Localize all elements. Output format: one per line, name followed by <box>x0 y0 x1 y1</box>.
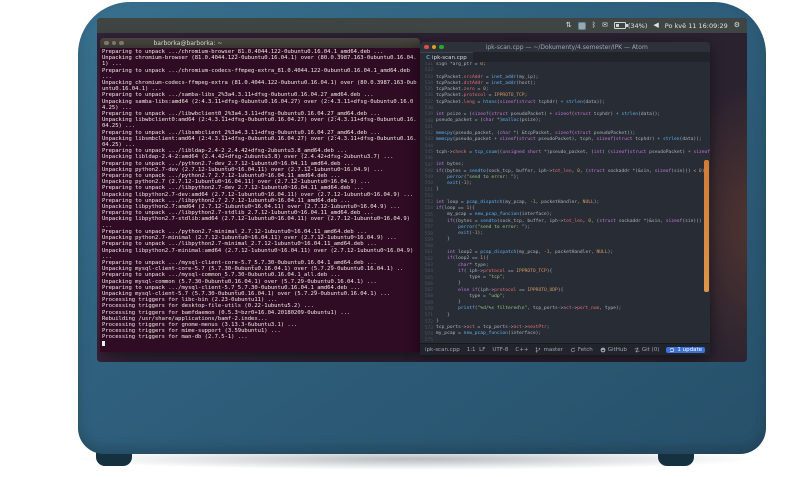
terminal-line: Unpacking libpython2.7-stdlib:amd64 (2.7… <box>102 216 414 229</box>
terminal-line: Unpacking libsmbclient:amd64 (2:4.3.11+d… <box>102 135 417 149</box>
terminal-title: barborka@barborka: ~ <box>153 39 223 47</box>
code-line: tcph->check = tcp_csum((unsigned short *… <box>436 149 710 155</box>
status-left-1-1[interactable]: 1:1 <box>467 347 476 353</box>
status-right-lf[interactable]: LF <box>479 347 485 353</box>
system-tray: ⇅ ᛒ ✉ (34%) ◀ Po kvě 11 16:09:29 ⚙ <box>566 21 747 30</box>
terminal-line: Preparing to unpack .../libpython2.7-min… <box>102 241 377 248</box>
tab-label: ipk-scan.cpp <box>432 54 467 61</box>
status-left-ipk-scan-cpp[interactable]: ipk-scan.cpp <box>425 347 460 353</box>
atom-window: ipk-scan.cpp — ~/Dokumenty/4.semester/IP… <box>420 42 710 355</box>
terminal-line: Unpacking libpython2.7-dev:amd64 (2.7.12… <box>102 191 414 198</box>
terminal-line: Unpacking chromium-codecs-ffmpeg-extra (… <box>102 80 417 93</box>
terminal-line: Unpacking chromium-browser (81.0.4044.12… <box>102 55 417 68</box>
tab-ipk-scan-cpp[interactable]: C ipk-scan.cpp <box>420 52 473 62</box>
laptop-body: ⇅ ᛒ ✉ (34%) ◀ Po kvě 11 16:09:29 ⚙ barborka@ba… <box>78 2 766 454</box>
atom-title: ipk-scan.cpp — ~/Dokumenty/4.semester/IP… <box>485 43 648 51</box>
terminal-line: Unpacking mysql-common (5.7.30-0ubuntu0.… <box>102 278 377 285</box>
status-right-1-update[interactable]: 1 update <box>666 346 705 353</box>
screen: ⇅ ᛒ ✉ (34%) ◀ Po kvě 11 16:09:29 ⚙ barborka@ba… <box>97 18 747 362</box>
terminal-line: Unpacking libpython2.7-minimal:amd64 (2.… <box>102 247 417 260</box>
terminal-line: Preparing to unpack .../libsmbclient_2%3… <box>102 129 381 136</box>
status-right-fetch[interactable]: Fetch <box>570 347 593 353</box>
status-right-github[interactable]: GitHub <box>600 347 627 353</box>
clock[interactable]: Po kvě 11 16:09:29 <box>665 22 728 30</box>
bluetooth-icon[interactable]: ᛒ <box>592 22 596 29</box>
code-lines: sign *arg_ptr = 0; tcpPacket.srcAddr = i… <box>436 62 710 344</box>
code-line: memcpy(pseudo_packet + sizeof(struct pse… <box>436 137 702 143</box>
atom-window-buttons <box>424 44 444 50</box>
atom-titlebar[interactable]: ipk-scan.cpp — ~/Dokumenty/4.semester/IP… <box>420 42 710 52</box>
status-right: LF UTF-8 C++ master Fetch GitHub Git (0) 1 upda… <box>479 346 705 353</box>
maximize-icon[interactable] <box>119 40 124 46</box>
terminal-line: Unpacking libldap-2.4-2:amd64 (2.4.42+df… <box>102 154 394 161</box>
close-icon[interactable] <box>424 44 429 50</box>
terminal-line: Unpacking samba-libs:amd64 (2:4.3.11+dfs… <box>102 98 414 111</box>
close-icon[interactable] <box>104 40 109 46</box>
status-left: ipk-scan.cpp 1:1 <box>425 347 476 353</box>
status-right-c-[interactable]: C++ <box>515 347 528 353</box>
session-gear-icon[interactable]: ⚙ <box>734 22 740 29</box>
terminal-cursor <box>102 340 105 347</box>
scrollbar-marker[interactable] <box>704 160 709 292</box>
terminal-line: Preparing to unpack .../samba-libs_2%3a4… <box>102 92 374 99</box>
terminal-window: barborka@barborka: ~ Preparing to unpack… <box>100 38 420 352</box>
system-panel: ⇅ ᛒ ✉ (34%) ◀ Po kvě 11 16:09:29 ⚙ <box>97 18 747 33</box>
terminal-line: Unpacking libwbclient0:amd64 (2:4.3.11+d… <box>102 117 417 130</box>
terminal-titlebar[interactable]: barborka@barborka: ~ <box>100 38 420 48</box>
keyboard-indicator[interactable] <box>577 21 586 30</box>
status-right-git-0-[interactable]: Git (0) <box>634 347 659 353</box>
terminal-output[interactable]: Preparing to unpack .../chromium-browser… <box>100 48 420 352</box>
status-right-utf-8[interactable]: UTF-8 <box>492 347 508 353</box>
atom-tab-bar: C ipk-scan.cpp <box>420 52 710 62</box>
minimize-icon[interactable] <box>111 40 116 46</box>
terminal-line: Processing triggers for man-db (2.7.5-1)… <box>102 334 248 341</box>
terminal-window-buttons <box>104 40 124 46</box>
volume-icon[interactable]: ◀ <box>653 22 658 29</box>
battery-indicator[interactable]: (34%) <box>613 22 647 30</box>
mail-icon[interactable]: ✉ <box>602 22 608 29</box>
terminal-line: Preparing to unpack .../chromium-codecs-… <box>102 67 414 80</box>
cpp-file-icon: C <box>426 54 431 61</box>
maximize-icon[interactable] <box>439 44 444 50</box>
updown-arrows-icon[interactable]: ⇅ <box>566 22 572 29</box>
minimize-icon[interactable] <box>431 44 436 50</box>
atom-status-bar: ipk-scan.cpp 1:1 LF UTF-8 C++ master Fetch Git… <box>420 343 710 355</box>
status-right-master[interactable]: master <box>535 347 563 353</box>
laptop-mockup: ⇅ ᛒ ✉ (34%) ◀ Po kvě 11 16:09:29 ⚙ barborka@ba… <box>0 0 800 477</box>
code-editor[interactable]: 531 532 533 534 535 536 537 538 539 540 … <box>420 62 710 344</box>
line-number-gutter: 531 532 533 534 535 536 537 538 539 540 … <box>424 62 433 344</box>
